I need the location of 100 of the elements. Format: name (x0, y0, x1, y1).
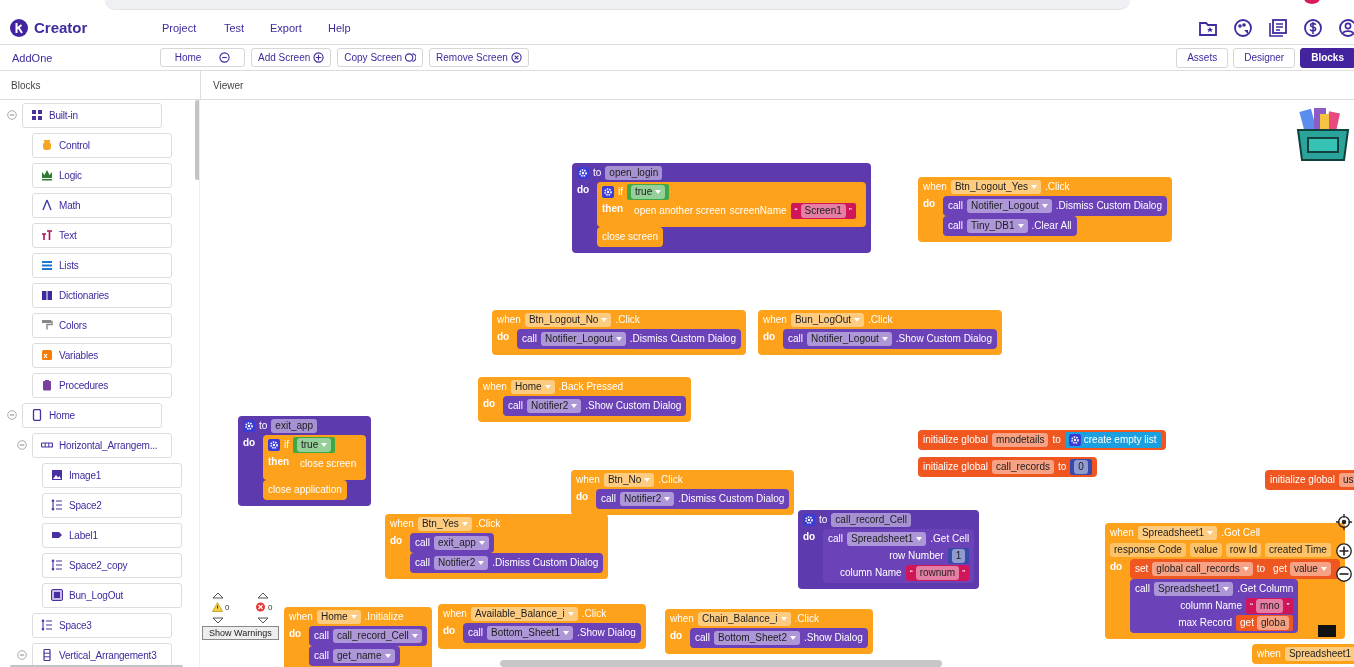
call-block[interactable]: call Notifier_Logout .Dismiss Custom Dialog (943, 196, 1167, 216)
scrollbar[interactable] (195, 100, 199, 180)
dropdown-field[interactable]: Bottom_Sheet1 (487, 626, 573, 640)
gear-icon[interactable] (1068, 434, 1081, 446)
collapse-toggle[interactable] (17, 650, 27, 660)
dropdown-field[interactable]: Chain_Balance_i (697, 612, 791, 626)
zoom-out-icon[interactable] (1335, 565, 1353, 583)
parameter-field[interactable]: response Code (1110, 543, 1186, 557)
view-tab[interactable]: Designer (1233, 47, 1296, 68)
text-block[interactable]: “ rownum ” (905, 565, 970, 581)
parameter-field[interactable]: created Time (1264, 543, 1331, 557)
tree-item[interactable]: Label1 (42, 522, 182, 548)
parameter-field[interactable]: row Id (1225, 543, 1261, 557)
dropdown-field[interactable]: Available_Balance_i (470, 607, 578, 621)
name-field[interactable]: open_login (605, 166, 663, 180)
tree-item[interactable]: Math (32, 192, 172, 218)
tree-item[interactable]: Space2 (42, 492, 182, 518)
toolbar-button[interactable]: Remove Screen (429, 48, 529, 67)
call-block[interactable]: call Tiny_DB1 .Clear All (943, 216, 1077, 236)
dropdown-field[interactable]: Home (510, 380, 555, 394)
text-block[interactable]: “ Screen1 ” (790, 203, 856, 219)
dropdown-field[interactable]: value (1290, 562, 1331, 576)
name-field[interactable]: exit_app (271, 419, 318, 433)
logic-block[interactable]: true (627, 184, 670, 200)
name-field[interactable]: mnodetails (992, 433, 1049, 447)
dropdown-field[interactable]: Btn_No (603, 473, 655, 487)
procedure-block[interactable]: to exit_app do if true then close screen close application (238, 416, 372, 506)
screen-dropdown[interactable]: Home (160, 48, 245, 67)
call-block[interactable]: call Notifier_Logout .Show Custom Dialog (783, 329, 997, 349)
control-block[interactable]: if true then close screen (263, 435, 367, 480)
event-block[interactable]: when Home .Back Pressed do call Notifier2 .Show Custom Dialog (478, 377, 692, 422)
call-block[interactable]: call Notifier_Logout .Dismiss Custom Dialog (517, 329, 741, 349)
tree-item[interactable]: Built-in (22, 102, 162, 128)
collapse-toggle[interactable] (7, 110, 17, 120)
procedure-block[interactable]: to open_login do if true then open another screen screenName “ Screen1 ” close screen (572, 163, 871, 253)
name-field[interactable]: call_record_Cell (831, 513, 912, 527)
dropdown-field[interactable]: Btn_Yes (417, 517, 472, 531)
number-field[interactable]: 1 (951, 549, 966, 563)
dropdown-field[interactable]: call_record_Cell (333, 629, 422, 643)
recenter-icon[interactable] (1335, 513, 1353, 531)
dropdown-field[interactable]: Notifier2 (434, 556, 489, 570)
text-block[interactable]: “ mno ” (1246, 598, 1294, 614)
menu-item[interactable]: Help (328, 21, 351, 34)
tree-item[interactable]: Vertical_Arrangement3 (32, 642, 172, 667)
tree-item[interactable]: Variables (32, 342, 172, 368)
call-block[interactable]: call Spreadsheet1 .Get Cell row Number 1 column Name “ rownum ” (823, 529, 975, 583)
toolbar-button[interactable]: Copy Screen (337, 48, 424, 67)
tree-item[interactable]: Control (32, 132, 172, 158)
user-icon[interactable] (1338, 17, 1354, 38)
dropdown-field[interactable]: Notifier2 (620, 492, 675, 506)
event-block[interactable]: when Chain_Balance_i .Click do call Bottom_Sheet2 .Show Dialog (665, 609, 873, 654)
call-block[interactable]: call get_name (309, 646, 400, 666)
call-block[interactable]: call Notifier2 .Show Custom Dialog (503, 396, 687, 416)
dropdown-field[interactable]: Spreadsheet1 (1284, 647, 1354, 661)
call-block[interactable]: call Bottom_Sheet2 .Show Dialog (690, 628, 868, 648)
dropdown-field[interactable]: true (631, 185, 666, 199)
dropdown-field[interactable]: Tiny_DB1 (967, 219, 1028, 233)
number-block[interactable]: 1 (947, 548, 970, 564)
logic-block[interactable]: true (293, 437, 336, 453)
tree-item[interactable]: Dictionaries (32, 282, 172, 308)
down-arrow-icon[interactable] (257, 617, 269, 624)
text-field[interactable]: Screen1 (800, 204, 846, 218)
control-block[interactable]: if true then open another screen screenName “ Screen1 ” (597, 182, 866, 227)
call-block[interactable]: call Bottom_Sheet1 .Show Dialog (463, 623, 641, 643)
dropdown-field[interactable]: Notifier_Logout (541, 332, 626, 346)
menu-item[interactable]: Project (162, 21, 224, 34)
menu-item[interactable]: Export (270, 21, 328, 34)
dropdown-field[interactable]: Bun_LogOut (790, 313, 865, 327)
tree-item[interactable]: Text (32, 222, 172, 248)
get-block[interactable]: get globa (1236, 615, 1294, 631)
number-field[interactable]: 0 (1074, 460, 1088, 474)
dropdown-field[interactable]: Spreadsheet1 (1154, 582, 1234, 596)
dropdown-field[interactable]: Home (316, 610, 361, 624)
event-block[interactable]: when Btn_Yes .Click do call exit_app call Notifier2 .Dismiss Custom Dialog (385, 514, 609, 579)
toolbar-button[interactable]: Add Screen (251, 48, 332, 67)
palette-icon[interactable] (1233, 17, 1253, 38)
text-field[interactable]: mno (1256, 599, 1284, 613)
view-tab[interactable]: Assets (1176, 47, 1229, 68)
collapse-toggle[interactable] (17, 440, 27, 450)
event-block[interactable]: when Spreadsheet1 .Got Cell response Code value row Id created Time do set global call_records to get value call Spreadsheet1 .Get Column column Name “ mno ” max Record get globa (1105, 523, 1345, 639)
dollar-icon[interactable] (1303, 17, 1323, 38)
dropdown-field[interactable]: Notifier_Logout (967, 199, 1052, 213)
menu-item[interactable]: Test (224, 21, 270, 34)
call-block[interactable]: call Spreadsheet1 .Get Column column Name “ mno ” max Record get globa (1130, 579, 1299, 633)
document-icon[interactable] (1268, 17, 1288, 38)
variable-block[interactable]: initialize global us (1265, 470, 1354, 490)
tree-item[interactable]: Colors (32, 312, 172, 338)
event-block[interactable]: when Btn_Logout_Yes .Click do call Notifier_Logout .Dismiss Custom Dialog call Tiny_DB1 .Clear All (918, 177, 1172, 242)
dropdown-field[interactable]: Spreadsheet1 (1137, 526, 1218, 540)
set-block[interactable]: set global call_records to get value (1130, 559, 1340, 579)
show-warnings-button[interactable]: Show Warnings (202, 626, 279, 640)
parameter-field[interactable]: value (1189, 543, 1222, 557)
gear-icon[interactable] (243, 420, 255, 432)
event-block[interactable]: when Spreadsheet1 (1252, 644, 1354, 664)
call-block[interactable]: call exit_app (410, 533, 494, 553)
call-block[interactable]: call Notifier2 .Dismiss Custom Dialog (596, 489, 790, 509)
event-block[interactable]: when Bun_LogOut .Click do call Notifier_Logout .Show Custom Dialog (758, 310, 1002, 355)
tree-item[interactable]: Logic (32, 162, 172, 188)
dropdown-field[interactable]: true (297, 438, 332, 452)
scrollbar[interactable] (500, 660, 942, 667)
